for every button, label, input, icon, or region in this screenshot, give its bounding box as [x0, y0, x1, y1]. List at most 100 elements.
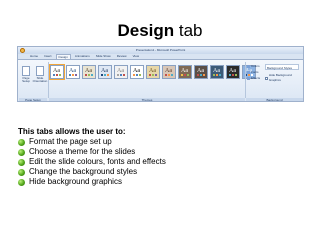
color-swatch: [72, 74, 74, 76]
theme-thumbnail[interactable]: Aa: [49, 64, 65, 80]
color-swatch: [152, 74, 154, 76]
theme-thumbnail[interactable]: Aa: [82, 65, 96, 79]
color-swatch: [200, 74, 202, 76]
theme-thumbnail[interactable]: Aa: [210, 65, 224, 79]
theme-color-swatches: [197, 74, 205, 76]
bullet-text: Hide background graphics: [29, 177, 122, 186]
green-bullet-icon: [18, 138, 25, 146]
color-swatch: [56, 74, 58, 76]
themes-gallery: AaAaAaAaAaAaAaAaAaAaAaAaAa: [49, 64, 256, 80]
color-swatch: [232, 74, 234, 76]
color-swatch: [104, 74, 106, 76]
color-swatch: [91, 74, 93, 76]
theme-color-swatches: [213, 74, 221, 76]
color-swatch: [120, 74, 122, 76]
theme-color-swatches: [133, 74, 141, 76]
theme-color-swatches: [85, 74, 93, 76]
theme-thumbnail[interactable]: Aa: [114, 65, 128, 79]
theme-color-swatches: [149, 74, 157, 76]
page-setup-group-label: Page Setup: [19, 98, 47, 101]
color-swatch: [219, 74, 221, 76]
option-label: Effects: [251, 76, 261, 80]
theme-thumbnail[interactable]: Aa: [226, 65, 240, 79]
green-bullet-icon: [18, 168, 25, 176]
group-divider: [245, 62, 246, 98]
page-icon: [22, 66, 30, 76]
checkbox-icon: [265, 76, 268, 80]
theme-thumbnail[interactable]: Aa: [130, 65, 144, 79]
button-label: Page Setup: [22, 76, 30, 83]
color-swatch: [59, 74, 61, 76]
color-swatch: [139, 74, 141, 76]
color-swatch: [184, 74, 186, 76]
list-item: Change the background styles: [18, 167, 166, 177]
office-button-icon[interactable]: [20, 48, 25, 53]
slide-title-bold: Design: [117, 21, 175, 40]
themes-group-label: Themes: [49, 98, 245, 101]
theme-thumbnail[interactable]: Aa: [66, 65, 80, 79]
bullet-heading: This tabs allows the user to:: [18, 127, 126, 136]
ribbon-body: Page Setup Slide Orientation Page Setup A…: [18, 59, 303, 101]
color-swatch: [235, 74, 237, 76]
color-swatch: [171, 74, 173, 76]
theme-thumbnail[interactable]: Aa: [194, 65, 208, 79]
window-titlebar: Presentation1 - Microsoft PowerPoint: [18, 47, 303, 54]
slide-orientation-button[interactable]: Slide Orientation: [32, 62, 48, 100]
color-swatch: [165, 74, 167, 76]
colors-icon: [247, 64, 250, 68]
color-swatch: [155, 74, 157, 76]
page-setup-button[interactable]: Page Setup: [20, 62, 32, 100]
color-swatch: [216, 74, 218, 76]
background-group-label: Background: [246, 98, 303, 101]
effects-icon: [247, 76, 250, 80]
color-swatch: [101, 74, 103, 76]
color-swatch: [203, 74, 205, 76]
bullet-text: Format the page set up: [29, 137, 112, 146]
color-swatch: [213, 74, 215, 76]
list-item: Format the page set up: [18, 137, 166, 147]
list-item: Hide background graphics: [18, 177, 166, 187]
color-swatch: [187, 74, 189, 76]
background-styles-button[interactable]: Background Styles: [265, 64, 299, 70]
theme-color-swatches: [101, 74, 109, 76]
color-swatch: [149, 74, 151, 76]
color-swatch: [229, 74, 231, 76]
slide-title-rest: tab: [174, 21, 203, 40]
page-setup-group: Page Setup Slide Orientation: [19, 62, 47, 100]
color-swatch: [53, 74, 55, 76]
color-swatch: [123, 74, 125, 76]
color-swatch: [133, 74, 135, 76]
theme-color-swatches: [117, 74, 125, 76]
theme-thumbnail[interactable]: Aa: [146, 65, 160, 79]
group-divider: [48, 62, 49, 98]
green-bullet-icon: [18, 178, 25, 186]
theme-color-swatches: [181, 74, 189, 76]
theme-thumbnail[interactable]: Aa: [98, 65, 112, 79]
bullet-text: Change the background styles: [29, 167, 138, 176]
bullet-list: Format the page set up Choose a theme for…: [18, 137, 166, 187]
theme-color-swatches: [229, 74, 237, 76]
bullet-text: Edit the slide colours, fonts and effect…: [29, 157, 166, 166]
color-swatch: [107, 74, 109, 76]
color-swatch: [168, 74, 170, 76]
button-label: Slide Orientation: [32, 76, 48, 83]
theme-thumbnail[interactable]: Aa: [178, 65, 192, 79]
background-group: Colors Fonts Effects Background Styles Hid…: [247, 63, 301, 97]
hide-background-graphics-toggle[interactable]: Hide Background Graphics: [265, 73, 301, 83]
color-swatch: [136, 74, 138, 76]
color-swatch: [85, 74, 87, 76]
ribbon-screenshot: Presentation1 - Microsoft PowerPoint Hom…: [17, 46, 304, 102]
list-item: Choose a theme for the slides: [18, 147, 166, 157]
green-bullet-icon: [18, 158, 25, 166]
bullet-text: Choose a theme for the slides: [29, 147, 136, 156]
hide-background-graphics-label: Hide Background Graphics: [268, 73, 292, 82]
color-swatch: [69, 74, 71, 76]
theme-thumbnail[interactable]: Aa: [162, 65, 176, 79]
color-swatch: [88, 74, 90, 76]
color-swatch: [181, 74, 183, 76]
theme-color-swatches: [165, 74, 173, 76]
color-swatch: [75, 74, 77, 76]
theme-color-swatches: [53, 74, 61, 76]
color-swatch: [117, 74, 119, 76]
fonts-icon: [247, 70, 250, 74]
